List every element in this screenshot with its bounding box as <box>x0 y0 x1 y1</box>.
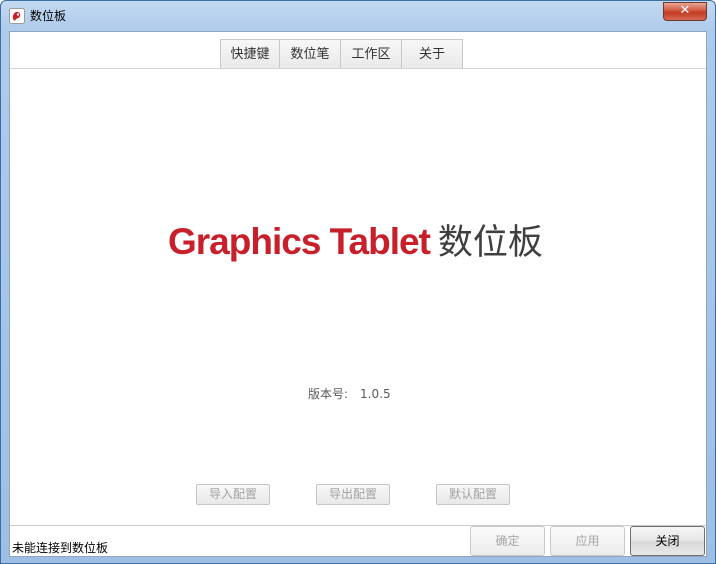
export-config-button[interactable]: 导出配置 <box>316 484 390 505</box>
window-close-button[interactable]: ✕ <box>663 2 707 21</box>
title-bar[interactable]: 数位板 ✕ <box>1 1 715 31</box>
tab-shortcuts[interactable]: 快捷键 <box>220 39 280 69</box>
window-title: 数位板 <box>30 9 67 23</box>
status-text: 未能连接到数位板 <box>12 541 109 555</box>
app-icon <box>9 8 25 24</box>
tab-about[interactable]: 关于 <box>401 39 463 69</box>
app-window: 数位板 ✕ 快捷键 数位笔 工作区 关于 Graphics Tablet 数位板 … <box>0 0 716 564</box>
client-area: 快捷键 数位笔 工作区 关于 Graphics Tablet 数位板 版本号: 1.… <box>9 31 707 557</box>
apply-button[interactable]: 应用 <box>550 526 625 556</box>
import-config-button[interactable]: 导入配置 <box>196 484 270 505</box>
version-value: 1.0.5 <box>360 387 391 401</box>
tab-workspace[interactable]: 工作区 <box>340 39 402 69</box>
version-label: 版本号: <box>308 387 349 401</box>
close-icon: ✕ <box>679 3 691 18</box>
tab-pen[interactable]: 数位笔 <box>279 39 341 69</box>
tab-bar: 快捷键 数位笔 工作区 关于 <box>220 39 463 69</box>
close-button[interactable]: 关闭 <box>630 526 705 556</box>
version-info: 版本号: 1.0.5 <box>308 385 391 402</box>
brand-name-en: Graphics Tablet <box>168 221 431 262</box>
brand-name-cn: 数位板 <box>437 223 543 263</box>
default-config-button[interactable]: 默认配置 <box>436 484 510 505</box>
tab-divider <box>10 68 706 69</box>
ok-button[interactable]: 确定 <box>470 526 545 556</box>
brand-logo: Graphics Tablet 数位板 <box>168 214 543 265</box>
